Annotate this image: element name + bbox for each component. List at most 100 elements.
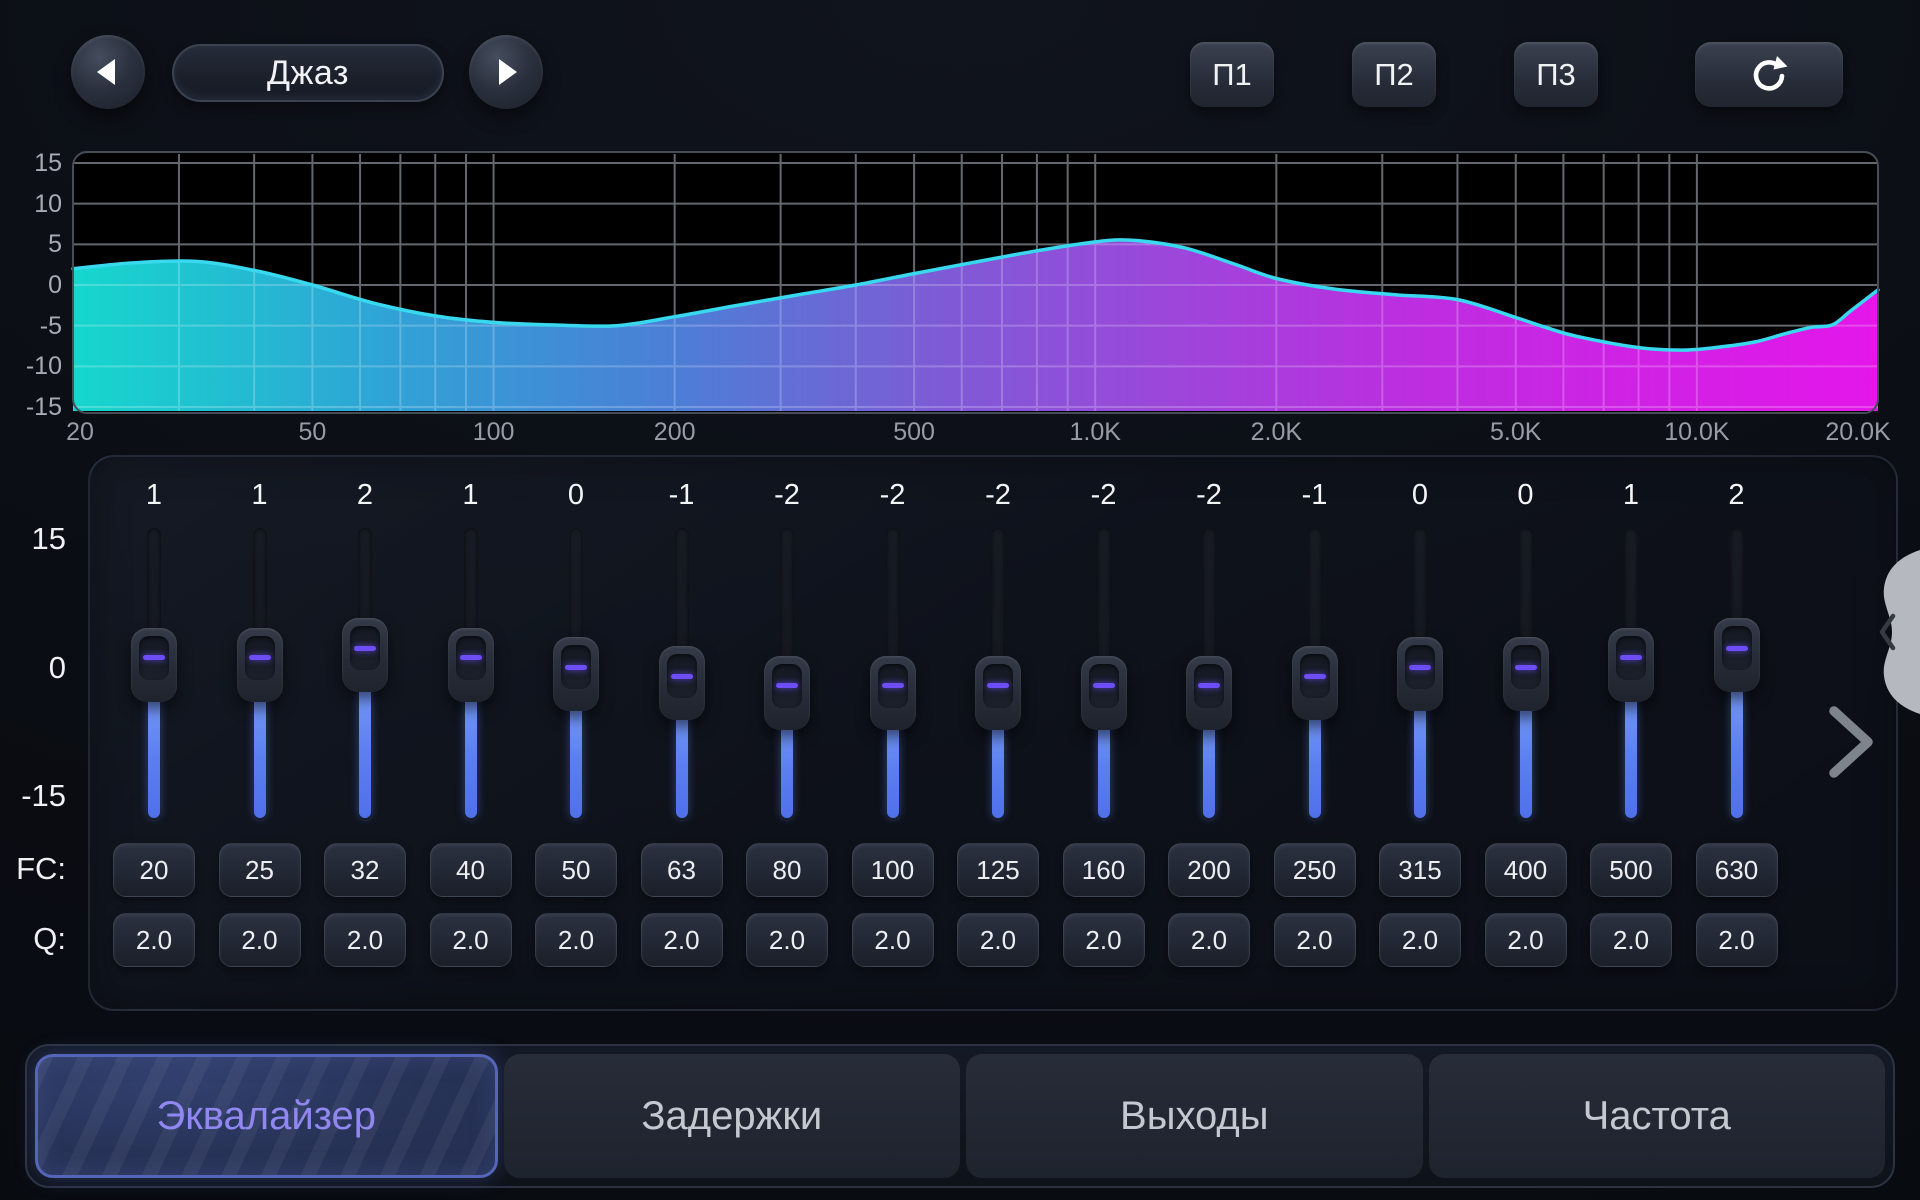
slider-knob-dash (671, 674, 693, 679)
graph-x-tick: 2.0K (1251, 420, 1302, 445)
band-fc-button[interactable]: 630 (1696, 843, 1778, 897)
band-q-button[interactable]: 2.0 (1696, 913, 1778, 967)
band-fc-button[interactable]: 80 (746, 843, 828, 897)
band-q-button[interactable]: 2.0 (1274, 913, 1356, 967)
band-fc-button[interactable]: 25 (219, 843, 301, 897)
band-fc-button[interactable]: 50 (535, 843, 617, 897)
gain-slider[interactable] (147, 534, 161, 814)
gain-slider[interactable] (1730, 534, 1744, 814)
tab-equalizer[interactable]: Эквалайзер (35, 1054, 498, 1178)
band-fc-button[interactable]: 315 (1379, 843, 1461, 897)
tab-frequency[interactable]: Частота (1429, 1054, 1886, 1178)
gain-slider[interactable] (1202, 534, 1216, 814)
band-q-button[interactable]: 2.0 (1379, 913, 1461, 967)
band-q-button[interactable]: 2.0 (1168, 913, 1250, 967)
slider-knob[interactable] (1714, 618, 1760, 692)
slider-knob[interactable] (975, 656, 1021, 730)
band-q-button[interactable]: 2.0 (219, 913, 301, 967)
slider-knob[interactable] (1608, 628, 1654, 702)
band-gain-value: 1 (1578, 479, 1684, 512)
slider-knob-dash (565, 665, 587, 670)
band-q-button[interactable]: 2.0 (641, 913, 723, 967)
slider-knob[interactable] (448, 628, 494, 702)
band-column: 26302.0 (1684, 457, 1790, 1013)
slider-knob[interactable] (870, 656, 916, 730)
slider-knob[interactable] (1503, 637, 1549, 711)
gain-slider[interactable] (675, 534, 689, 814)
next-bands-page-button[interactable] (1818, 702, 1894, 782)
equalizer-screen: Джаз П1 П2 П3 151050-5-10-15 20501002005… (0, 0, 1920, 1200)
band-fc-button[interactable]: 500 (1590, 843, 1672, 897)
slider-knob-inner (1300, 654, 1330, 698)
tab-outputs[interactable]: Выходы (966, 1054, 1423, 1178)
band-q-button[interactable]: 2.0 (430, 913, 512, 967)
slider-knob[interactable] (131, 628, 177, 702)
slider-knob-inner (667, 654, 697, 698)
band-fc-button[interactable]: 63 (641, 843, 723, 897)
slider-knob[interactable] (237, 628, 283, 702)
band-column: -21602.0 (1051, 457, 1157, 1013)
graph-x-tick: 10.0K (1664, 420, 1729, 445)
slider-knob[interactable] (1081, 656, 1127, 730)
slider-knob[interactable] (659, 646, 705, 720)
slider-knob-dash (1515, 665, 1537, 670)
band-q-button[interactable]: 2.0 (1590, 913, 1672, 967)
graph-y-tick: -10 (0, 354, 62, 379)
tab-delays[interactable]: Задержки (504, 1054, 961, 1178)
band-q-button[interactable]: 2.0 (852, 913, 934, 967)
band-q-button[interactable]: 2.0 (113, 913, 195, 967)
chevron-left-icon (1882, 616, 1893, 648)
graph-y-tick: 10 (0, 192, 62, 217)
side-drawer-handle[interactable] (1856, 548, 1920, 716)
band-fc-button[interactable]: 32 (324, 843, 406, 897)
band-gain-value: 0 (1473, 479, 1579, 512)
gain-slider[interactable] (1413, 534, 1427, 814)
band-fc-button[interactable]: 160 (1063, 843, 1145, 897)
band-fc-button[interactable]: 125 (957, 843, 1039, 897)
gain-slider[interactable] (1097, 534, 1111, 814)
slider-scale-min: -15 (0, 780, 66, 811)
band-fc-button[interactable]: 200 (1168, 843, 1250, 897)
band-column: 1252.0 (207, 457, 313, 1013)
band-q-button[interactable]: 2.0 (746, 913, 828, 967)
slider-knob-inner (1089, 664, 1119, 708)
band-fc-button[interactable]: 400 (1485, 843, 1567, 897)
band-fc-button[interactable]: 250 (1274, 843, 1356, 897)
chevron-right-icon (1834, 711, 1868, 773)
gain-slider[interactable] (991, 534, 1005, 814)
slider-knob[interactable] (1397, 637, 1443, 711)
band-q-button[interactable]: 2.0 (957, 913, 1039, 967)
slider-knob[interactable] (1186, 656, 1232, 730)
slider-knob-inner (245, 636, 275, 680)
slider-knob[interactable] (1292, 646, 1338, 720)
slider-knob-dash (776, 683, 798, 688)
graph-y-tick: -5 (0, 314, 62, 339)
slider-knob[interactable] (764, 656, 810, 730)
slider-knob[interactable] (553, 637, 599, 711)
band-q-button[interactable]: 2.0 (1063, 913, 1145, 967)
slider-knob-dash (354, 646, 376, 651)
gain-slider[interactable] (886, 534, 900, 814)
gain-slider[interactable] (1308, 534, 1322, 814)
gain-slider[interactable] (253, 534, 267, 814)
band-q-button[interactable]: 2.0 (324, 913, 406, 967)
slider-knob[interactable] (342, 618, 388, 692)
band-q-button[interactable]: 2.0 (535, 913, 617, 967)
band-fc-button[interactable]: 20 (113, 843, 195, 897)
gain-slider[interactable] (1624, 534, 1638, 814)
graph-x-tick: 500 (893, 420, 935, 445)
gain-slider[interactable] (358, 534, 372, 814)
bottom-tab-bar: ЭквалайзерЗадержкиВыходыЧастота (25, 1044, 1895, 1188)
gain-slider[interactable] (569, 534, 583, 814)
band-fc-button[interactable]: 100 (852, 843, 934, 897)
band-gain-value: -2 (840, 479, 946, 512)
band-fc-button[interactable]: 40 (430, 843, 512, 897)
band-gain-value: 1 (101, 479, 207, 512)
gain-slider[interactable] (1519, 534, 1533, 814)
slider-knob-inner (772, 664, 802, 708)
gain-slider[interactable] (780, 534, 794, 814)
gain-slider[interactable] (464, 534, 478, 814)
band-q-button[interactable]: 2.0 (1485, 913, 1567, 967)
slider-knob-dash (1409, 665, 1431, 670)
band-gain-value: 1 (418, 479, 524, 512)
